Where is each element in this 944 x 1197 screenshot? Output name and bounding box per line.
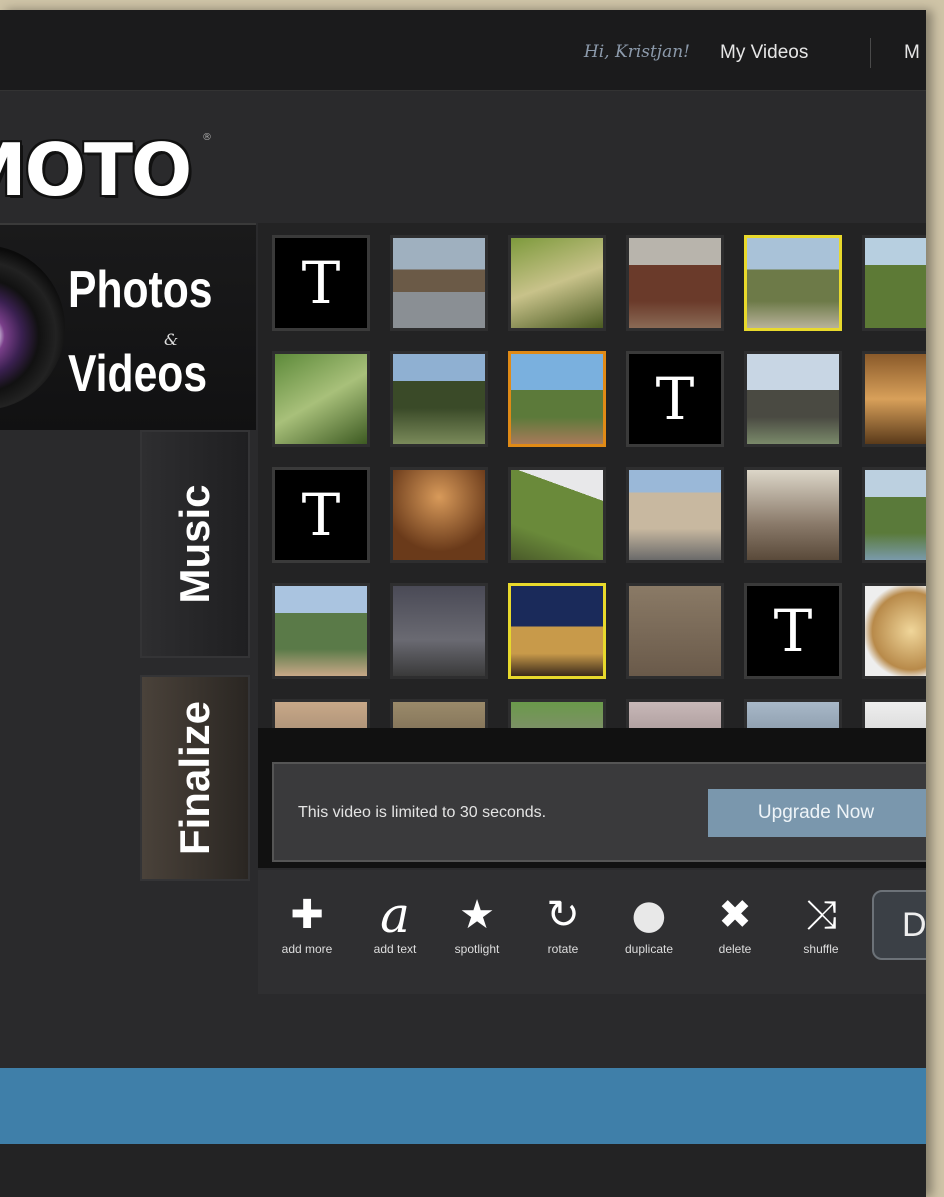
photos-videos-tab[interactable]: Photos & Videos — [0, 223, 256, 430]
photo-thumbnail[interactable] — [508, 699, 606, 728]
finalize-tab-label: Finalize — [171, 700, 218, 856]
trademark-mark: ® — [202, 132, 212, 143]
tool-label: spotlight — [454, 942, 500, 956]
plus-icon: ✚ — [290, 892, 324, 938]
text-glyph: T — [301, 481, 341, 549]
nav-my-videos[interactable]: My Videos — [720, 42, 808, 64]
photo-thumbnail[interactable] — [390, 235, 488, 331]
photo-thumbnail[interactable] — [862, 583, 926, 679]
photo-thumbnail[interactable] — [272, 351, 370, 447]
app-screen: Hi, Kristjan! My Videos M MOTO ® Photos … — [0, 10, 926, 1197]
photo-thumbnail[interactable] — [272, 699, 370, 728]
text-glyph: T — [773, 597, 813, 665]
rotate-icon: ↻ — [546, 892, 580, 938]
add-text-button[interactable]: a add text — [350, 888, 440, 956]
photo-thumbnail[interactable] — [744, 235, 842, 331]
music-tab[interactable]: Music — [140, 430, 250, 658]
photo-thumbnail[interactable] — [862, 699, 926, 728]
limit-notice-bar: This video is limited to 30 seconds. Upg… — [258, 728, 926, 868]
photos-title: Photos — [68, 261, 213, 319]
user-greeting: Hi, Kristjan! — [583, 42, 690, 62]
star-icon: ★ — [459, 892, 495, 938]
logo[interactable]: MOTO — [0, 125, 192, 215]
text-glyph: T — [301, 249, 341, 317]
shuffle-icon: ⤨ — [805, 892, 837, 938]
nav-more[interactable]: M — [904, 42, 920, 64]
photo-thumbnail[interactable] — [744, 699, 842, 728]
photo-thumbnail[interactable] — [508, 235, 606, 331]
photo-thumbnail[interactable] — [862, 351, 926, 447]
photo-thumbnail[interactable] — [508, 583, 606, 679]
photo-thumbnail[interactable] — [390, 467, 488, 563]
upgrade-now-button[interactable]: Upgrade Now — [708, 789, 926, 837]
text-a-icon: a — [380, 886, 410, 944]
photo-thumbnail[interactable] — [390, 583, 488, 679]
photo-thumbnail[interactable] — [744, 467, 842, 563]
tool-label: duplicate — [624, 942, 674, 956]
text-glyph: T — [655, 365, 695, 433]
delete-button[interactable]: ✖ delete — [690, 888, 780, 956]
photo-thumbnail[interactable] — [862, 235, 926, 331]
limit-notice-text: This video is limited to 30 seconds. — [298, 804, 547, 821]
finalize-tab[interactable]: Finalize — [140, 675, 250, 881]
limit-notice-panel: This video is limited to 30 seconds. Upg… — [272, 762, 926, 862]
done-button[interactable]: Do — [872, 890, 926, 960]
nav-divider — [870, 38, 871, 68]
videos-title: Videos — [68, 345, 208, 403]
photo-thumbnail[interactable] — [508, 351, 606, 447]
photo-thumbnail[interactable] — [508, 467, 606, 563]
photo-thumbnail[interactable] — [862, 467, 926, 563]
edit-toolbar: ✚ add more a add text ★ spotlight ↻ rota… — [258, 870, 926, 994]
photo-thumbnail[interactable] — [390, 699, 488, 728]
text-slide-thumbnail[interactable]: T — [272, 467, 370, 563]
spotlight-button[interactable]: ★ spotlight — [432, 888, 522, 956]
tool-label: shuffle — [803, 942, 839, 956]
add-more-button[interactable]: ✚ add more — [262, 888, 352, 956]
shuffle-button[interactable]: ⤨ shuffle — [776, 888, 866, 956]
music-tab-label: Music — [171, 484, 218, 604]
text-slide-thumbnail[interactable]: T — [272, 235, 370, 331]
duplicate-button[interactable]: ● duplicate — [604, 888, 694, 956]
delete-icon: ✖ — [718, 892, 752, 938]
footer-band — [0, 1068, 926, 1144]
text-slide-thumbnail[interactable]: T — [626, 351, 724, 447]
photo-thumbnail[interactable] — [390, 351, 488, 447]
text-slide-thumbnail[interactable]: T — [744, 583, 842, 679]
footer — [0, 1144, 926, 1197]
tool-label: add more — [281, 942, 333, 956]
photo-thumbnail[interactable] — [626, 699, 724, 728]
duplicate-icon: ● — [631, 892, 667, 938]
rotate-button[interactable]: ↻ rotate — [518, 888, 608, 956]
tool-label: delete — [718, 942, 752, 956]
tool-label: rotate — [547, 942, 579, 956]
photo-thumbnail[interactable] — [744, 351, 842, 447]
photo-thumbnail[interactable] — [626, 235, 724, 331]
camera-lens-icon — [0, 245, 65, 410]
photo-thumbnail[interactable] — [626, 467, 724, 563]
top-bar: Hi, Kristjan! My Videos M — [0, 10, 926, 91]
photo-thumbnail[interactable] — [272, 583, 370, 679]
photo-thumbnail[interactable] — [626, 583, 724, 679]
tool-label: add text — [373, 942, 417, 956]
photo-grid: T T T T — [258, 223, 926, 728]
